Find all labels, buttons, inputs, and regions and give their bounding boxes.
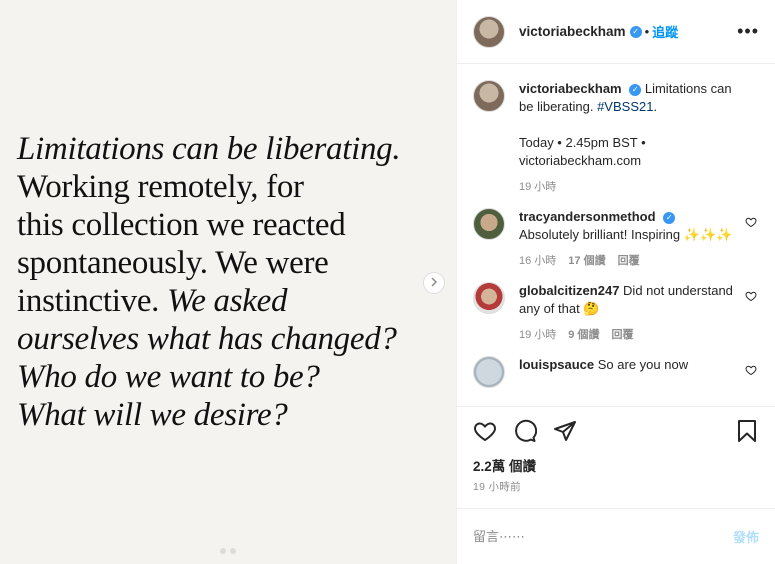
comment-likes[interactable]: 9 個讚	[568, 326, 599, 344]
post-image[interactable]: Limitations can be liberating. Working r…	[0, 0, 457, 564]
caption-username[interactable]: victoriabeckham	[519, 81, 622, 96]
reply-button[interactable]: 回覆	[618, 252, 640, 270]
like-heart-icon[interactable]	[469, 415, 501, 447]
verified-badge-icon: ✓	[663, 211, 676, 224]
comment-text: So are you now	[597, 357, 689, 372]
caption-time: 19 小時	[519, 181, 557, 193]
header-username[interactable]: victoriabeckham	[519, 24, 626, 39]
carousel-dot	[220, 548, 226, 554]
quote-line: Who do we want to be?	[17, 359, 320, 395]
comment-item: louispsauce So are you now	[473, 356, 759, 388]
verified-badge-icon: ✓	[629, 25, 642, 38]
comment-text: Absolutely brilliant! Inspiring	[519, 227, 681, 242]
avatar[interactable]	[473, 356, 505, 388]
thinking-emoji: 🤔	[583, 301, 600, 316]
heart-icon[interactable]	[745, 364, 757, 376]
quote-line: this collection we reacted	[17, 207, 346, 243]
comment-item: globalcitizen247 Did not understand any …	[473, 282, 759, 344]
bookmark-icon[interactable]	[731, 415, 763, 447]
caption-line: victoriabeckham.com	[519, 153, 642, 168]
avatar[interactable]	[473, 282, 505, 314]
instagram-post: Limitations can be liberating. Working r…	[0, 0, 775, 564]
header-separator: •	[644, 24, 650, 39]
heart-icon[interactable]	[745, 290, 757, 302]
quote-line: ourselves what has changed?	[17, 321, 397, 357]
quote-line: Limitations can be liberating.	[17, 131, 401, 167]
sparkles-emoji: ✨✨✨	[683, 227, 733, 242]
heart-icon[interactable]	[745, 216, 757, 228]
quote-segment: instinctive.	[17, 283, 160, 319]
chevron-right-icon	[430, 276, 438, 290]
quote-line: Working remotely, for	[17, 169, 304, 205]
post-sidebar: victoriabeckham ✓ • 追蹤 ••• victoriabeckh…	[457, 0, 775, 564]
reply-button[interactable]: 回覆	[611, 326, 633, 344]
next-image-button[interactable]	[423, 272, 445, 294]
avatar[interactable]	[473, 15, 505, 48]
avatar[interactable]	[473, 80, 505, 112]
comment-username[interactable]: globalcitizen247	[519, 283, 619, 298]
caption-tail: .	[653, 99, 658, 114]
verified-badge-icon: ✓	[629, 83, 642, 96]
comment-time: 19 小時	[519, 329, 557, 341]
comments-list[interactable]: victoriabeckham ✓ Limitations can be lib…	[457, 64, 775, 407]
comment-username[interactable]: tracyandersonmethod	[519, 209, 656, 224]
post-header: victoriabeckham ✓ • 追蹤 •••	[457, 0, 775, 64]
quote-line: What will we desire?	[17, 397, 288, 433]
comment-bubble-icon[interactable]	[509, 415, 541, 447]
post-timestamp[interactable]: 19 小時前	[457, 475, 775, 494]
action-bar	[457, 407, 775, 455]
carousel-indicator	[0, 548, 456, 554]
share-paper-plane-icon[interactable]	[549, 415, 581, 447]
carousel-dot	[230, 548, 236, 554]
avatar[interactable]	[473, 208, 505, 240]
caption-entry: victoriabeckham ✓ Limitations can be lib…	[473, 80, 759, 196]
comment-input[interactable]	[473, 529, 733, 544]
quote-segment: We asked	[167, 283, 288, 319]
quote-line: instinctive. We asked	[17, 282, 447, 320]
add-comment-bar: 發佈	[457, 508, 775, 564]
quote-line: spontaneously. We were	[17, 245, 329, 281]
hashtag-link[interactable]: #VBSS21	[597, 99, 653, 114]
comment-time: 16 小時	[519, 255, 557, 267]
follow-button[interactable]: 追蹤	[652, 22, 678, 41]
image-quote-text: Limitations can be liberating. Working r…	[17, 130, 447, 434]
comment-item: tracyandersonmethod ✓ Absolutely brillia…	[473, 208, 759, 270]
comment-username[interactable]: louispsauce	[519, 357, 594, 372]
caption-line: Today • 2.45pm BST •	[519, 135, 646, 150]
comment-likes[interactable]: 17 個讚	[568, 252, 605, 270]
likes-count[interactable]: 2.2萬 個讚	[457, 455, 775, 475]
more-options-icon[interactable]: •••	[737, 21, 759, 42]
post-comment-button[interactable]: 發佈	[733, 527, 759, 546]
